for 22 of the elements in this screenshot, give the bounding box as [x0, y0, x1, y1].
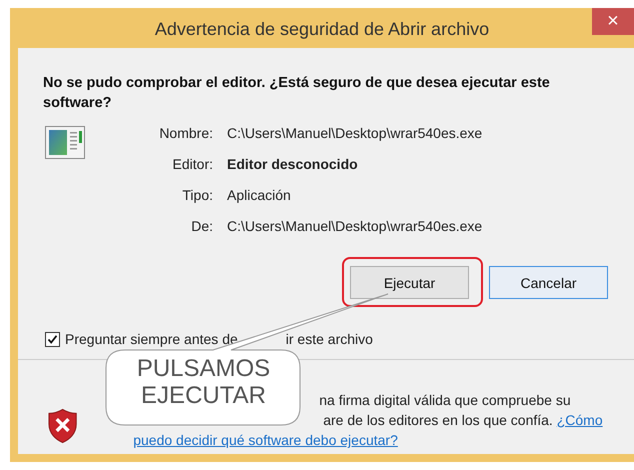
run-button[interactable]: Ejecutar [350, 266, 469, 299]
checkbox[interactable] [45, 332, 60, 346]
close-button[interactable]: × [592, 8, 634, 35]
field-label: Editor: [172, 155, 213, 174]
cancel-button[interactable]: Cancelar [489, 266, 608, 299]
field-value: Editor desconocido [227, 155, 359, 174]
field-label: Nombre: [158, 124, 213, 143]
callout-text: PULSAMOS EJECUTAR [136, 355, 272, 409]
window-title: Advertencia de seguridad de Abrir archivo [154, 18, 490, 40]
warning-heading: No se pudo comprobar el editor. ¿Está seguro de que desea ejecutar este software? [43, 74, 551, 113]
field-value: C:\Users\Manuel\Desktop\wrar540es.exe [227, 217, 482, 236]
field-label: De: [190, 217, 213, 236]
footer-text: are de los editores en los que confía. [323, 412, 553, 428]
field-value: C:\Users\Manuel\Desktop\wrar540es.exe [227, 124, 482, 143]
checkbox-label: ir este archivo [286, 331, 373, 347]
field-value: Aplicación [227, 186, 292, 205]
application-icon [45, 126, 85, 159]
help-link[interactable]: ¿Cómo [556, 412, 603, 428]
field-label: Tipo: [181, 186, 213, 205]
shield-error-icon [48, 408, 78, 444]
help-link[interactable]: puedo decidir qué software debo ejecutar? [133, 432, 398, 448]
footer-text: na firma digital válida que compruebe su [319, 391, 571, 410]
